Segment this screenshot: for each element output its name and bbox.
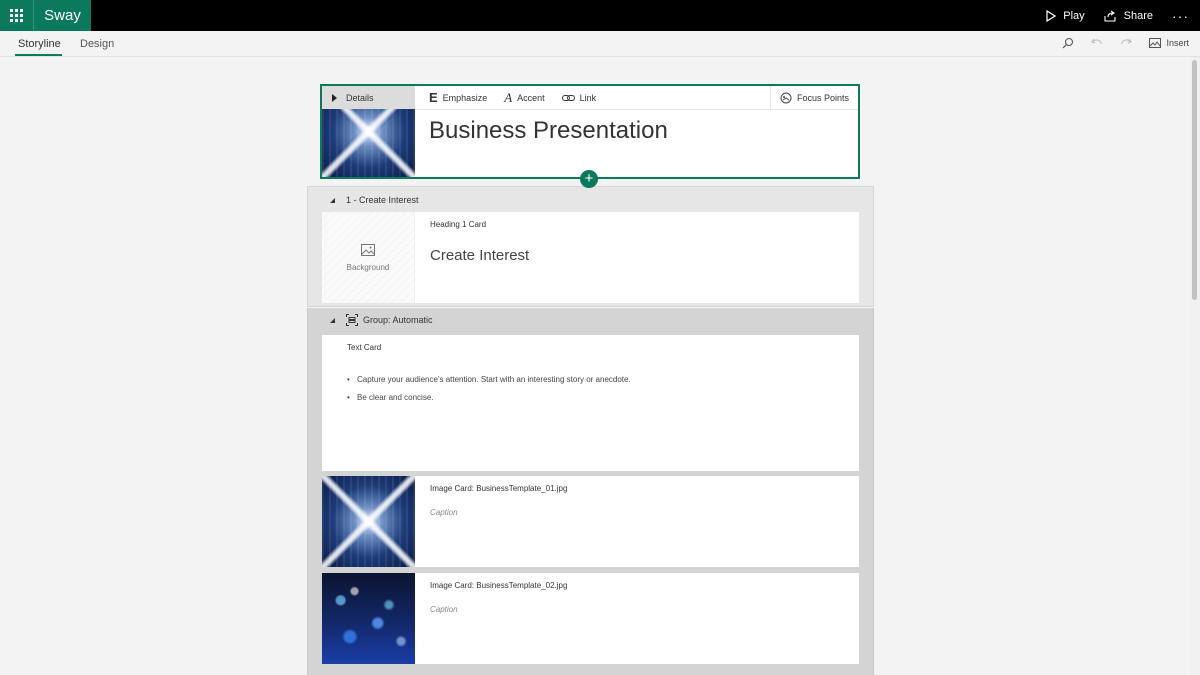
share-button[interactable]: Share [1104,10,1153,22]
focus-points-icon [780,92,792,103]
group-automatic: Group: Automatic Text Card Capture your … [307,308,874,675]
group-title: Group: Automatic [363,315,433,325]
list-item: Be clear and concise. [347,393,631,402]
play-icon [1046,9,1057,22]
image-thumbnail[interactable] [322,573,415,664]
section-header[interactable]: 1 - Create Interest [330,195,419,205]
tab-storyline[interactable]: Storyline [18,38,61,50]
bullet-list[interactable]: Capture your audience's attention. Start… [347,375,631,411]
caption-field[interactable]: Caption [430,508,458,517]
section-create-interest: 1 - Create Interest Background Heading 1… [307,186,874,307]
tab-bar: Storyline Design Insert [0,31,1200,57]
expand-triangle-icon [332,93,337,102]
tab-design[interactable]: Design [80,38,114,50]
app-launcher-button[interactable] [0,0,33,31]
collapse-caret-icon [330,317,335,323]
accent-icon: A [504,89,513,105]
group-header[interactable]: Group: Automatic [330,314,433,326]
emphasize-icon: E [429,90,438,105]
search-icon [1063,37,1074,49]
insert-button[interactable]: Insert [1149,38,1189,48]
card-type-label: Heading 1 Card [430,220,487,229]
focus-points-label: Focus Points [796,92,849,103]
card-type-label: Text Card [347,343,382,352]
share-icon [1104,10,1116,22]
waffle-icon [10,9,23,22]
presentation-title[interactable]: Business Presentation [429,117,668,145]
accent-button[interactable]: A Accent [504,90,544,106]
accent-label: Accent [517,92,545,103]
details-label: Details [346,92,374,103]
redo-button[interactable] [1120,37,1137,49]
insert-label: Insert [1166,38,1189,48]
text-card[interactable]: Text Card Capture your audience's attent… [322,335,859,471]
vertical-scrollbar[interactable] [1190,57,1200,675]
card-toolbar: E Emphasize A Accent Link Focus Points [416,86,858,110]
emphasize-label: Emphasize [442,92,488,103]
link-label: Link [579,92,597,103]
emphasize-button[interactable]: E Emphasize [429,90,487,105]
top-bar: Sway Play Share ··· [0,0,1200,31]
play-button[interactable]: Play [1046,9,1085,22]
undo-icon [1091,38,1103,45]
scrollbar-thumb[interactable] [1192,60,1197,300]
caption-field[interactable]: Caption [430,605,458,614]
search-button[interactable] [1062,37,1079,49]
undo-button[interactable] [1091,37,1108,49]
image-card[interactable]: Image Card: BusinessTemplate_02.jpg Capt… [322,573,859,664]
more-options-button[interactable]: ··· [1172,9,1189,23]
card-heading-text[interactable]: Create Interest [430,247,529,264]
heading-card[interactable]: Background Heading 1 Card Create Interes… [322,212,859,303]
details-toggle[interactable]: Details [322,86,415,109]
add-card-button[interactable]: + [580,170,598,188]
image-icon [361,243,375,256]
card-type-label: Image Card: BusinessTemplate_02.jpg [430,581,568,590]
list-item: Capture your audience's attention. Start… [347,375,631,384]
collapse-caret-icon [330,197,335,203]
group-icon [346,314,358,326]
share-label: Share [1123,9,1153,22]
background-label: Background [346,262,390,272]
section-title: 1 - Create Interest [346,195,419,205]
card-type-label: Image Card: BusinessTemplate_01.jpg [430,484,568,493]
play-label: Play [1063,9,1085,22]
link-icon [561,94,575,101]
background-placeholder[interactable]: Background [322,212,415,303]
active-tab-indicator [15,54,62,56]
image-thumbnail[interactable] [322,476,415,567]
link-button[interactable]: Link [561,92,597,103]
app-name[interactable]: Sway [33,0,91,31]
image-card[interactable]: Image Card: BusinessTemplate_01.jpg Capt… [322,476,859,567]
redo-icon [1121,38,1133,45]
title-card[interactable]: Details E Emphasize A Accent Link Focus … [320,84,860,179]
image-icon [1149,38,1162,48]
focus-points-button[interactable]: Focus Points [769,86,858,109]
